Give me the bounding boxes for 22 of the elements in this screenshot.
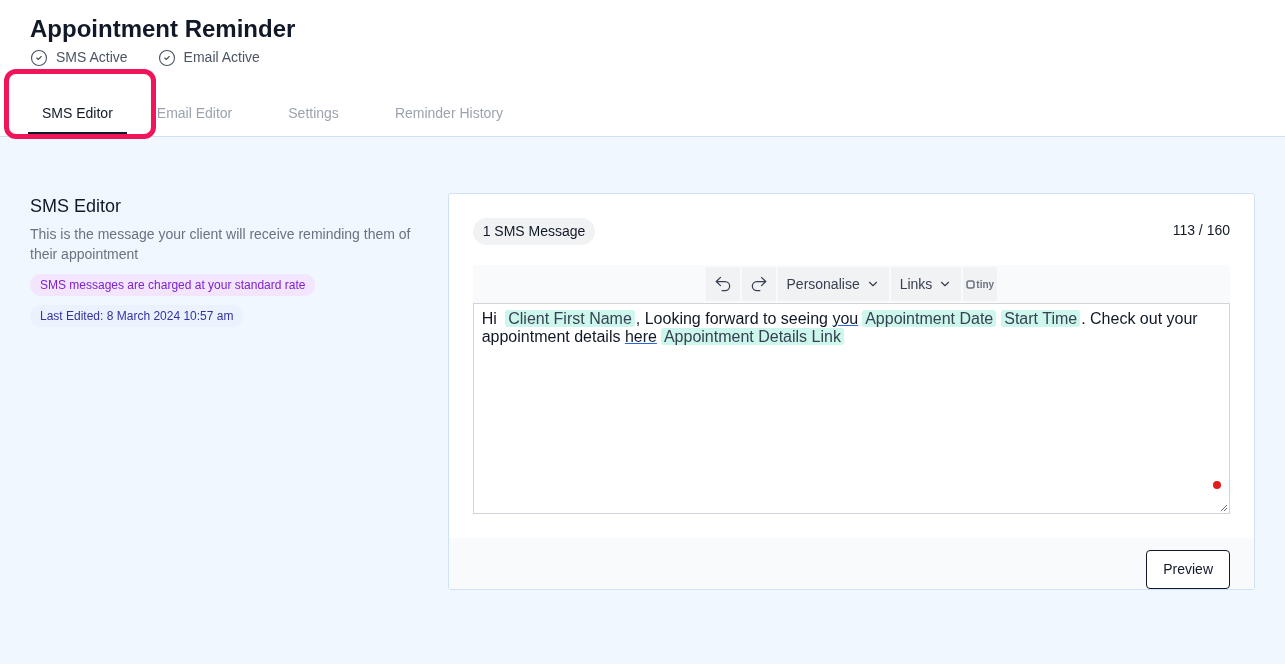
section-title: SMS Editor: [30, 195, 122, 218]
toolbar-dropdown[interactable]: Links: [890, 267, 962, 301]
undo-button[interactable]: [705, 267, 740, 301]
status-label: SMS Active: [56, 48, 128, 67]
resize-handle-icon: [1219, 503, 1228, 512]
page-title: Appointment Reminder: [30, 14, 297, 44]
tab[interactable]: SMS Editor: [28, 94, 127, 136]
brand-logo: tiny: [963, 267, 998, 301]
message-count: 1 SMS Message: [472, 218, 596, 245]
check-circle-icon: [157, 48, 176, 67]
preview-button[interactable]: Preview: [1146, 550, 1230, 589]
logo-icon: [966, 279, 976, 289]
last-edited: Last Edited: 8 March 2024 10:57 am: [30, 305, 244, 327]
redo-button[interactable]: [741, 267, 776, 301]
status-label: Email Active: [183, 48, 260, 67]
message-text: Hi Client First Name , Looking forward to seeing you Appointment Date Start Time . Check out your appointment details here Appointment Details Link: [481, 310, 1199, 346]
toolbar-dropdown[interactable]: Personalise: [777, 267, 889, 301]
char-count: 113 / 160: [1172, 221, 1230, 240]
section-description: This is the message your client will receive reminding them of their appointment: [30, 225, 412, 264]
message-editor[interactable]: Hi Client First Name , Looking forward to seeing you Appointment Date Start Time . Check out your appointment details here Appointment Details Link: [472, 303, 1230, 514]
rate-notice: SMS messages are charged at your standard rate: [30, 274, 316, 296]
check-circle-icon: [30, 48, 48, 67]
